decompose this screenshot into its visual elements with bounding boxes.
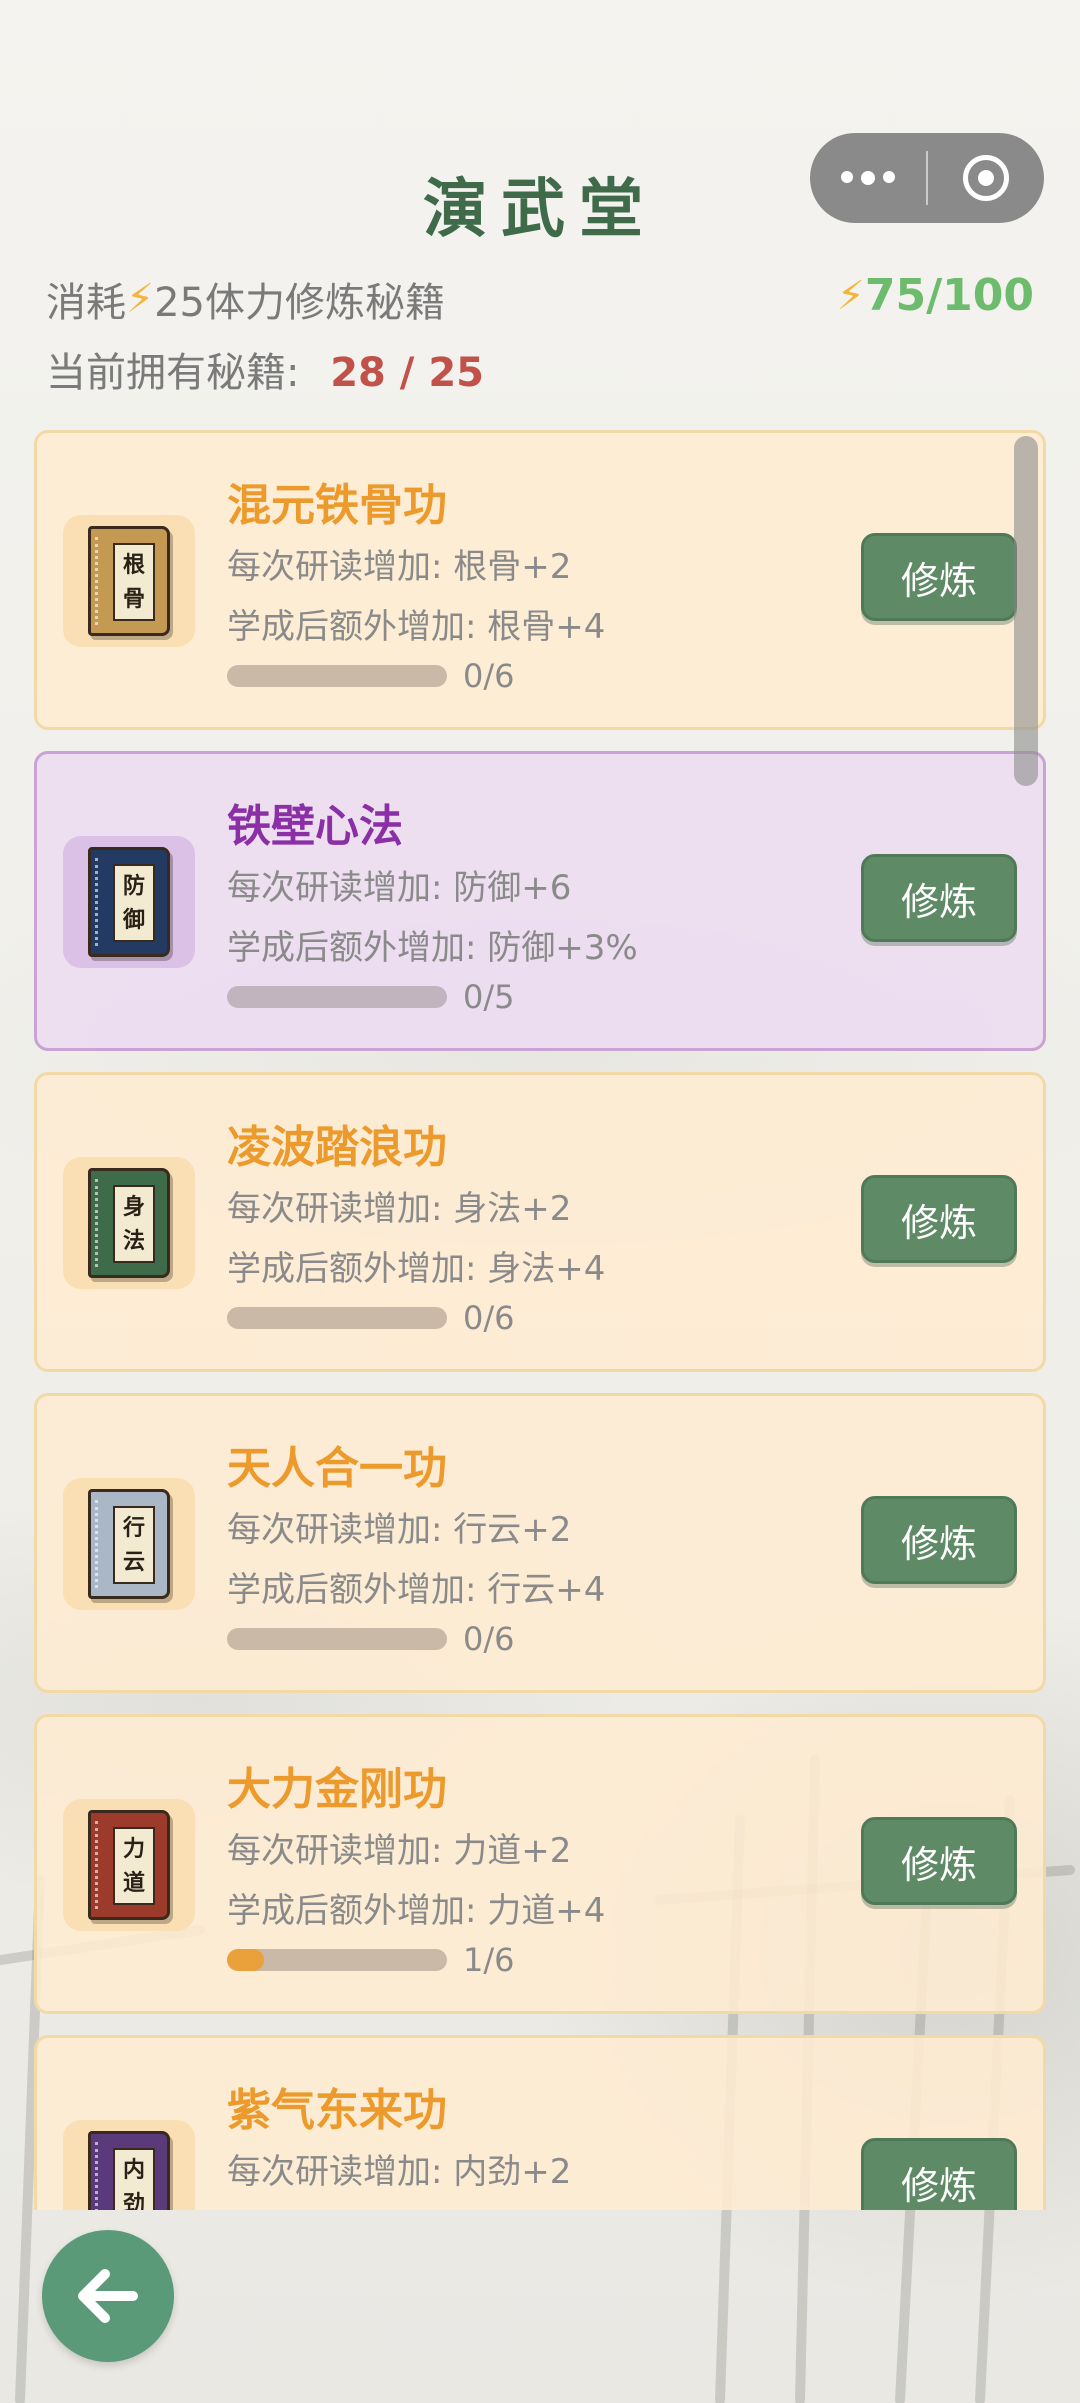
progress-text: 0/6 — [463, 1299, 515, 1337]
stat-bonus: 学成后额外增加: 根骨+4 — [227, 607, 606, 647]
progress-bar — [227, 665, 447, 687]
progress-text: 0/6 — [463, 1620, 515, 1658]
progress-bar — [227, 1307, 447, 1329]
train-button[interactable]: 修炼 — [861, 854, 1017, 942]
stat-bonus: 学成后额外增加: 身法+4 — [227, 1249, 606, 1289]
manual-book-icon: 身 法 — [63, 1157, 195, 1289]
book-label: 内 劲 — [113, 2148, 155, 2210]
train-button[interactable]: 修炼 — [861, 1496, 1017, 1584]
stat-per-read: 每次研读增加: 内劲+2 — [227, 2152, 572, 2192]
book-char: 内 — [122, 2157, 145, 2183]
stat-per-read: 每次研读增加: 力道+2 — [227, 1831, 572, 1871]
train-button[interactable]: 修炼 — [861, 1817, 1017, 1905]
manual-book-icon: 根 骨 — [63, 515, 195, 647]
back-button[interactable] — [42, 2230, 174, 2362]
manual-list[interactable]: 根 骨 混元铁骨功 每次研读增加: 根骨+2 学成后额外增加: 根骨+4 0/6… — [32, 428, 1048, 2210]
arrow-left-icon — [78, 2269, 138, 2323]
stat-per-read: 每次研读增加: 防御+6 — [227, 868, 572, 908]
lightning-icon: ⚡ — [126, 276, 155, 322]
book-cover: 内 劲 — [88, 2131, 170, 2210]
stat-bonus: 学成后额外增加: 行云+4 — [227, 1570, 606, 1610]
book-char: 骨 — [122, 586, 145, 612]
stamina-counter: ⚡ 75/100 — [837, 270, 1034, 321]
cost-prefix: 消耗 — [46, 280, 126, 326]
manual-title: 铁壁心法 — [227, 801, 403, 852]
progress-bar — [227, 1628, 447, 1650]
cost-amount: 25体力修炼秘籍 — [154, 280, 445, 326]
book-char: 防 — [122, 873, 145, 899]
progress-text: 0/5 — [463, 978, 515, 1016]
book-label: 力 道 — [113, 1827, 155, 1905]
progress-text: 1/6 — [463, 1941, 515, 1979]
book-cover: 力 道 — [88, 1810, 170, 1920]
book-char: 云 — [122, 1549, 145, 1575]
book-cover: 根 骨 — [88, 526, 170, 636]
owned-label: 当前拥有秘籍: — [46, 350, 300, 396]
cost-info: 消耗 ⚡ 25体力修炼秘籍 — [46, 270, 445, 328]
more-dots-icon — [841, 171, 895, 185]
more-button[interactable] — [810, 133, 926, 223]
stat-bonus: 学成后额外增加: 力道+4 — [227, 1891, 606, 1931]
book-char: 根 — [122, 552, 145, 578]
train-button[interactable]: 修炼 — [861, 1175, 1017, 1263]
book-cover: 防 御 — [88, 847, 170, 957]
stat-per-read: 每次研读增加: 行云+2 — [227, 1510, 572, 1550]
book-cover: 身 法 — [88, 1168, 170, 1278]
manual-card: 根 骨 混元铁骨功 每次研读增加: 根骨+2 学成后额外增加: 根骨+4 0/6… — [34, 430, 1046, 730]
scrollbar[interactable] — [1014, 436, 1038, 786]
manual-card: 力 道 大力金刚功 每次研读增加: 力道+2 学成后额外增加: 力道+4 1/6… — [34, 1714, 1046, 2014]
book-char: 力 — [122, 1836, 145, 1862]
manual-title: 大力金刚功 — [227, 1764, 447, 1815]
book-char: 法 — [122, 1228, 145, 1254]
train-button[interactable]: 修炼 — [861, 533, 1017, 621]
progress-text: 0/6 — [463, 657, 515, 695]
owned-count: 28 / 25 — [330, 350, 484, 396]
book-char: 身 — [122, 1194, 145, 1220]
stamina-value: 75/100 — [864, 270, 1034, 321]
stat-per-read: 每次研读增加: 身法+2 — [227, 1189, 572, 1229]
lightning-icon: ⚡ — [836, 272, 865, 319]
progress-bar — [227, 1949, 447, 1971]
manual-book-icon: 内 劲 — [63, 2120, 195, 2210]
book-char: 御 — [122, 907, 145, 933]
manual-book-icon: 防 御 — [63, 836, 195, 968]
mini-program-capsule — [810, 133, 1044, 223]
stat-bonus: 学成后额外增加: 防御+3% — [227, 928, 638, 968]
manual-title: 天人合一功 — [227, 1443, 447, 1494]
manual-card: 身 法 凌波踏浪功 每次研读增加: 身法+2 学成后额外增加: 身法+4 0/6… — [34, 1072, 1046, 1372]
manual-card: 内 劲 紫气东来功 每次研读增加: 内劲+2 修炼 — [34, 2035, 1046, 2210]
owned-manuals: 当前拥有秘籍: 28 / 25 — [46, 340, 484, 398]
train-button[interactable]: 修炼 — [861, 2138, 1017, 2210]
book-label: 行 云 — [113, 1506, 155, 1584]
manual-title: 凌波踏浪功 — [227, 1122, 447, 1173]
target-close-icon — [963, 155, 1009, 201]
manual-card: 防 御 铁壁心法 每次研读增加: 防御+6 学成后额外增加: 防御+3% 0/5… — [34, 751, 1046, 1051]
manual-title: 混元铁骨功 — [227, 480, 447, 531]
progress-fill — [227, 1949, 264, 1971]
manual-book-icon: 力 道 — [63, 1799, 195, 1931]
progress-bar — [227, 986, 447, 1008]
book-label: 防 御 — [113, 864, 155, 942]
manual-book-icon: 行 云 — [63, 1478, 195, 1610]
book-char: 道 — [122, 1870, 145, 1896]
book-cover: 行 云 — [88, 1489, 170, 1599]
manual-title: 紫气东来功 — [227, 2085, 447, 2136]
close-button[interactable] — [928, 133, 1044, 223]
book-char: 劲 — [122, 2191, 145, 2210]
book-label: 身 法 — [113, 1185, 155, 1263]
manual-card: 行 云 天人合一功 每次研读增加: 行云+2 学成后额外增加: 行云+4 0/6… — [34, 1393, 1046, 1693]
stat-per-read: 每次研读增加: 根骨+2 — [227, 547, 572, 587]
book-char: 行 — [122, 1515, 145, 1541]
book-label: 根 骨 — [113, 543, 155, 621]
